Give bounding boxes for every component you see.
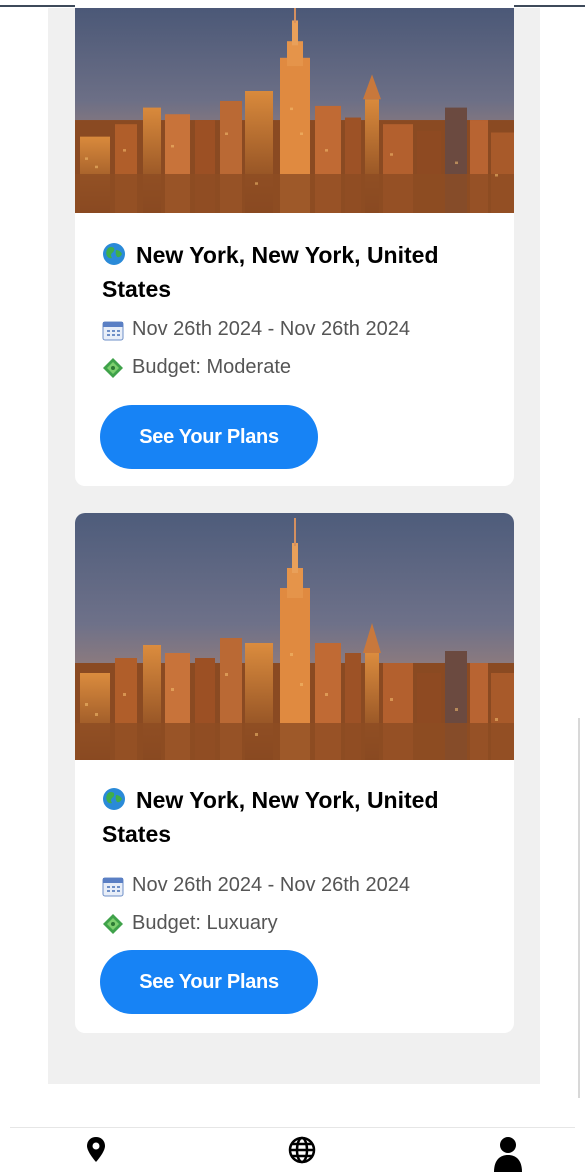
calendar-icon	[102, 319, 124, 341]
nav-profile-button[interactable]	[493, 1136, 523, 1172]
location-pin-icon	[87, 1137, 105, 1162]
trip-location-title: New York, New York, United States	[102, 786, 439, 847]
trip-photo	[75, 513, 514, 760]
trip-location-title: New York, New York, United States	[102, 241, 439, 302]
trip-budget: Budget: Luxuary	[102, 912, 278, 935]
globe-icon	[288, 1136, 316, 1164]
city-skyline-image	[75, 513, 514, 760]
see-your-plans-button[interactable]: See Your Plans	[100, 950, 318, 1014]
money-icon	[102, 357, 124, 379]
city-skyline-image	[75, 8, 514, 213]
nav-explore-button[interactable]	[288, 1136, 316, 1164]
trip-photo	[75, 8, 514, 213]
trip-budget: Budget: Moderate	[102, 356, 291, 379]
scrollbar-track[interactable]	[578, 8, 585, 1098]
trip-dates: Nov 26th 2024 - Nov 26th 2024	[102, 874, 410, 897]
user-icon	[494, 1137, 522, 1172]
money-icon	[102, 913, 124, 935]
globe-emoji-icon	[102, 786, 126, 810]
calendar-icon	[102, 875, 124, 897]
globe-emoji-icon	[102, 241, 126, 265]
trip-dates: Nov 26th 2024 - Nov 26th 2024	[102, 318, 410, 341]
trip-card: New York, New York, United States Nov 26…	[75, 513, 514, 1033]
nav-location-button[interactable]	[86, 1136, 106, 1164]
trip-list[interactable]: New York, New York, United States Nov 26…	[48, 0, 540, 1084]
trip-card: New York, New York, United States Nov 26…	[75, 0, 514, 486]
see-your-plans-button[interactable]: See Your Plans	[100, 405, 318, 469]
bottom-nav	[10, 1127, 575, 1172]
